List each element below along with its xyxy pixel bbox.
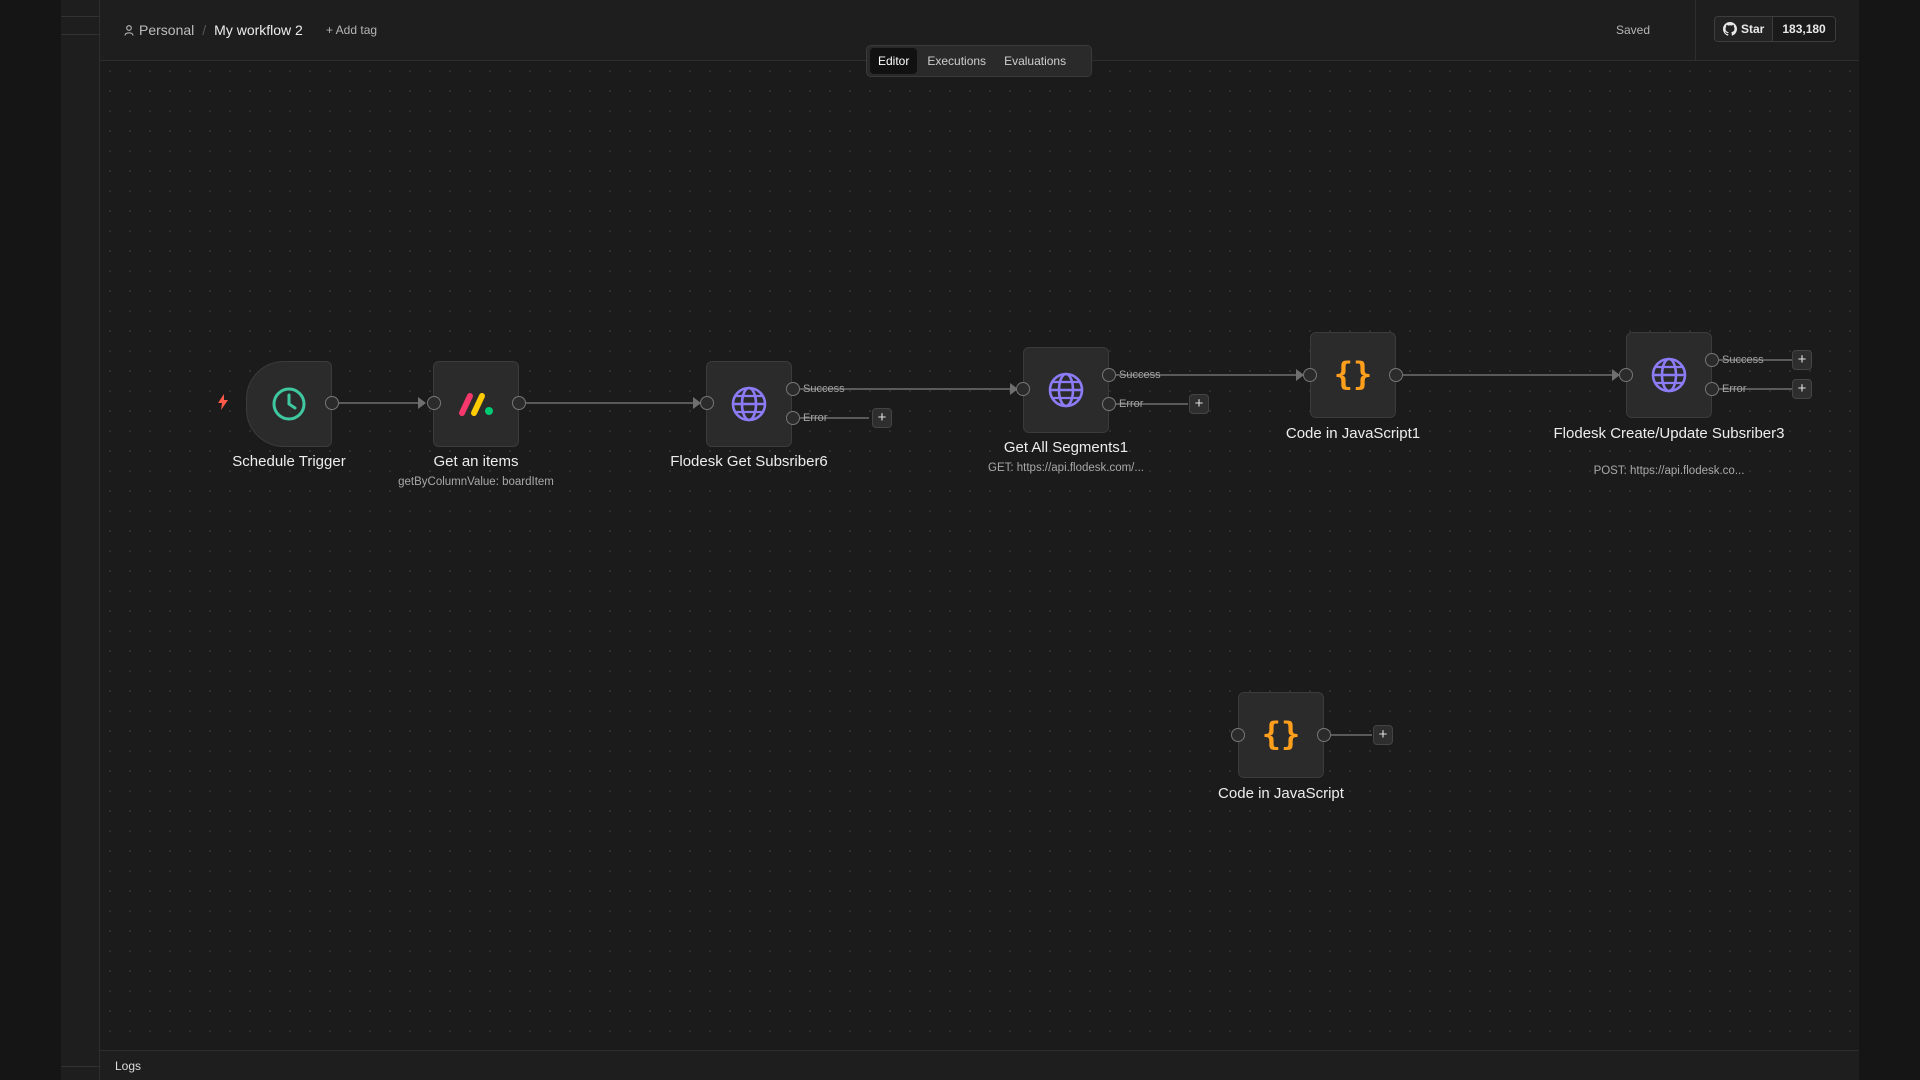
add-node-button[interactable]: + [1792,379,1812,399]
clock-icon [272,387,306,421]
node-label: Code in JavaScript [1218,785,1344,802]
monday-logo-icon [459,393,493,416]
save-status: Saved [1616,23,1651,37]
node-get-an-items[interactable] [433,361,519,447]
add-node-button[interactable]: + [872,408,892,428]
workflow-name[interactable]: My workflow 2 [214,22,303,38]
node-subtitle: getByColumnValue: boardItem [398,476,554,488]
trigger-bolt-icon [218,394,228,410]
output-handle-error[interactable] [786,411,800,425]
right-gutter [1859,0,1920,1080]
breadcrumb-project-label: Personal [139,22,195,38]
output-handle[interactable] [1317,728,1331,742]
input-handle[interactable] [427,396,441,410]
output-handle-error[interactable] [1705,382,1719,396]
node-flodesk-create-update-subscriber[interactable] [1626,332,1712,418]
breadcrumb: Personal / My workflow 2 [124,22,303,38]
workflow-canvas[interactable] [100,61,1859,1050]
output-handle-success[interactable] [786,382,800,396]
output-label-error: Error [1119,398,1144,410]
output-label-success: Success [1119,369,1161,381]
sidebar-divider [61,1066,100,1067]
output-label-error: Error [1722,383,1747,395]
sidebar-divider [61,16,100,17]
input-handle[interactable] [700,396,714,410]
globe-icon [731,386,767,422]
node-subtitle: POST: https://api.flodesk.co... [1593,465,1745,477]
tab-executions[interactable]: Executions [919,48,994,74]
output-label-success: Success [803,383,845,395]
input-handle[interactable] [1619,368,1633,382]
output-handle[interactable] [325,396,339,410]
code-braces-icon: {} [1262,715,1301,753]
output-label-success: Success [1722,354,1764,366]
add-tag-button[interactable]: + Add tag [326,23,377,37]
user-icon [124,24,134,36]
view-tabs: Editor Executions Evaluations [866,45,1092,77]
breadcrumb-separator: / [202,22,207,38]
sidebar-divider [61,34,100,35]
input-handle[interactable] [1303,368,1317,382]
left-gutter [0,0,61,1080]
node-code-in-javascript1[interactable]: {} [1310,332,1396,418]
header-divider [1695,0,1696,61]
node-label: Get All Segments1 [1003,439,1129,456]
github-star-count[interactable]: 183,180 [1773,17,1835,41]
svg-text:{}: {} [1334,355,1373,393]
node-schedule-trigger[interactable] [246,361,332,447]
logs-panel-bar[interactable]: Logs [100,1050,1859,1080]
tab-editor[interactable]: Editor [870,48,918,74]
output-handle[interactable] [512,396,526,410]
collapsed-sidebar[interactable] [61,0,100,1080]
node-subtitle: GET: https://api.flodesk.com/... [988,462,1144,474]
github-icon [1723,22,1737,36]
node-label: Get an items [433,453,519,470]
input-handle[interactable] [1016,382,1030,396]
globe-icon [1651,357,1687,393]
add-node-button[interactable]: + [1189,394,1209,414]
add-node-button[interactable]: + [1792,350,1812,370]
node-label: Flodesk Get Subsriber6 [670,453,828,470]
node-label: Code in JavaScript1 [1285,425,1421,442]
breadcrumb-project[interactable]: Personal [124,22,194,38]
n8n-editor-app: Personal / My workflow 2 + Add tag Saved… [0,0,1920,1080]
node-get-all-segments[interactable] [1023,347,1109,433]
output-handle-success[interactable] [1102,368,1116,382]
output-handle-success[interactable] [1705,353,1719,367]
tab-evaluations[interactable]: Evaluations [996,48,1074,74]
logs-label: Logs [115,1059,142,1073]
code-braces-icon: {} [1334,355,1373,393]
node-code-in-javascript[interactable]: {} [1238,692,1324,778]
add-node-button[interactable]: + [1373,725,1393,745]
github-star-widget[interactable]: Star 183,180 [1714,16,1836,42]
output-handle[interactable] [1389,368,1403,382]
node-flodesk-get-subscriber[interactable] [706,361,792,447]
input-handle[interactable] [1231,728,1245,742]
github-star-label: Star [1741,22,1765,36]
node-label: Flodesk Create/Update Subsriber3 [1553,425,1785,442]
output-label-error: Error [803,412,828,424]
output-handle-error[interactable] [1102,397,1116,411]
github-star-button[interactable]: Star [1715,17,1774,41]
svg-text:{}: {} [1262,715,1301,753]
globe-icon [1048,372,1084,408]
